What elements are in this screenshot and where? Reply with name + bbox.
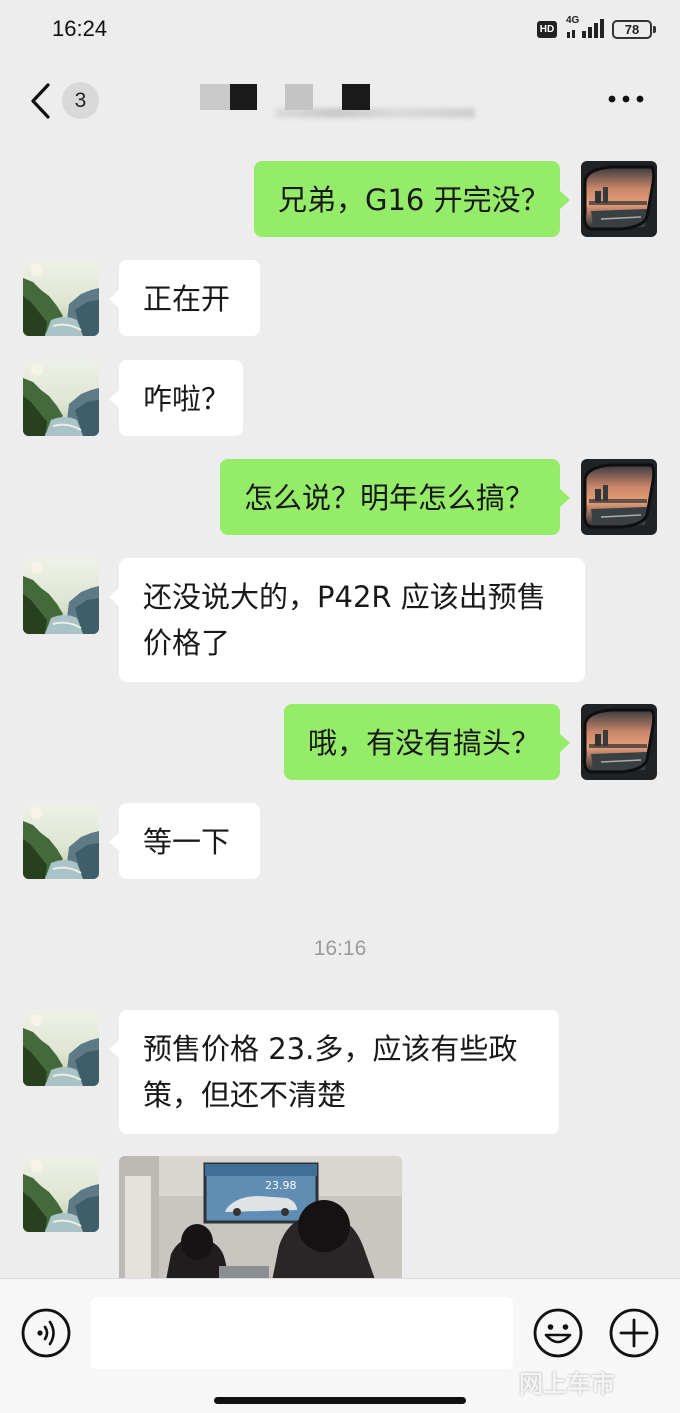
hd-badge: HD <box>537 21 557 38</box>
my-avatar[interactable] <box>581 161 657 237</box>
message-bubble-incoming[interactable]: 咋啦？ <box>109 360 243 436</box>
emoji-icon[interactable] <box>532 1307 584 1359</box>
message-bubble-incoming[interactable]: 正在开 <box>109 260 260 336</box>
contact-avatar[interactable] <box>23 803 99 879</box>
chat-title-redacted <box>195 80 495 124</box>
watermark-label: 网上车市 <box>519 1370 615 1398</box>
message-timestamp: 16:16 <box>313 937 367 960</box>
contact-avatar[interactable] <box>23 260 99 336</box>
screen-price-text: 23.98 <box>265 1179 297 1192</box>
message-bubble-outgoing[interactable]: 兄弟，G16 开完没？ <box>254 161 570 237</box>
photo-thumbnail: 23.98 <box>119 1156 402 1278</box>
contact-avatar[interactable] <box>23 360 99 436</box>
image-message[interactable]: 23.98 <box>119 1156 402 1278</box>
battery-indicator: 78 <box>612 20 656 39</box>
message-bubble-incoming[interactable]: 预售价格 23.多，应该有些政 策，但还不清楚 <box>109 1010 559 1134</box>
contact-avatar[interactable] <box>23 1010 99 1086</box>
contact-avatar[interactable] <box>23 558 99 634</box>
input-bar: 网上车市 <box>0 1278 680 1413</box>
message-bubble-outgoing[interactable]: 哦，有没有搞头？ <box>284 704 570 780</box>
chat-header: 3 <box>0 60 680 145</box>
my-avatar[interactable] <box>581 459 657 535</box>
chat-message-list[interactable]: 兄弟，G16 开完没？ 正在开 咋啦？ 怎么说？明年怎么搞？ 还没说大的，P42… <box>0 145 680 1278</box>
status-time: 16:24 <box>52 16 108 41</box>
home-indicator[interactable] <box>214 1397 466 1404</box>
message-bubble-outgoing[interactable]: 怎么说？明年怎么搞？ <box>220 459 570 535</box>
plus-icon[interactable] <box>608 1307 660 1359</box>
status-bar: 16:24 HD 4G 78 <box>0 0 680 60</box>
more-options-icon[interactable] <box>607 94 645 104</box>
message-bubble-incoming[interactable]: 还没说大的，P42R 应该出预售 价格了 <box>109 558 585 682</box>
voice-input-icon[interactable] <box>20 1307 72 1359</box>
unread-count-badge[interactable]: 3 <box>62 82 99 119</box>
message-input[interactable] <box>91 1297 513 1369</box>
contact-avatar[interactable] <box>23 1156 99 1232</box>
back-arrow-icon[interactable] <box>28 82 52 120</box>
signal-strength-icon <box>567 19 604 38</box>
message-bubble-incoming[interactable]: 等一下 <box>109 803 260 879</box>
my-avatar[interactable] <box>581 704 657 780</box>
